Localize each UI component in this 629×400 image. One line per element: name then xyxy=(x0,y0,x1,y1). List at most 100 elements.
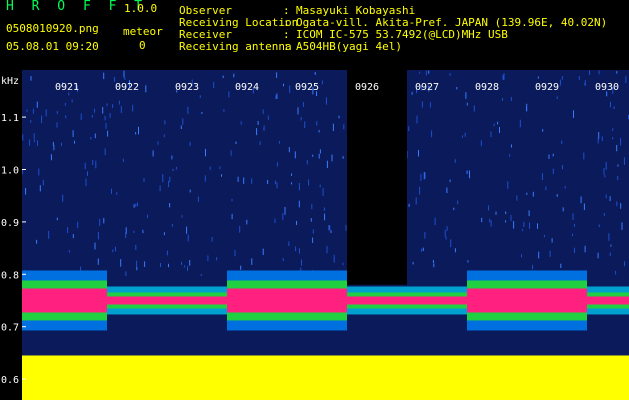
noise-speckle xyxy=(332,123,334,131)
noise-speckle xyxy=(562,165,563,170)
noise-speckle xyxy=(324,213,326,221)
noise-speckle xyxy=(449,73,451,76)
noise-speckle xyxy=(187,234,189,242)
noise-speckle xyxy=(495,211,497,215)
noise-speckle xyxy=(318,130,320,133)
noise-speckle xyxy=(526,192,528,195)
noise-speckle xyxy=(183,265,185,268)
noise-speckle xyxy=(466,170,468,174)
noise-speckle xyxy=(561,76,563,80)
noise-speckle xyxy=(510,214,512,221)
noise-speckle xyxy=(288,147,290,153)
noise-speckle xyxy=(597,252,599,259)
noise-speckle xyxy=(610,244,612,247)
noise-speckle xyxy=(189,142,191,146)
noise-speckle xyxy=(52,141,54,146)
noise-speckle xyxy=(104,148,106,156)
noise-speckle xyxy=(284,207,286,215)
noise-speckle xyxy=(50,154,52,161)
noise-speckle xyxy=(490,220,492,227)
noise-speckle xyxy=(102,107,104,114)
y-axis-unit: kHz xyxy=(1,76,19,87)
noise-speckle xyxy=(453,207,455,211)
noise-speckle xyxy=(99,218,101,226)
noise-speckle xyxy=(411,91,413,95)
noise-speckle xyxy=(62,194,64,202)
noise-speckle xyxy=(120,259,122,267)
noise-speckle xyxy=(456,87,458,90)
noise-speckle xyxy=(604,175,606,178)
noise-speckle xyxy=(473,105,475,112)
noise-speckle xyxy=(84,162,86,170)
noise-speckle xyxy=(502,75,504,80)
noise-speckle xyxy=(235,141,237,144)
noise-speckle xyxy=(598,70,600,75)
noise-speckle xyxy=(115,246,116,252)
noise-speckle xyxy=(136,260,138,267)
noise-speckle xyxy=(262,248,264,255)
noise-speckle xyxy=(163,232,165,236)
noise-speckle xyxy=(144,261,146,267)
noise-speckle xyxy=(513,221,515,229)
noise-speckle xyxy=(322,188,324,196)
noise-speckle xyxy=(246,219,248,225)
noise-speckle xyxy=(454,248,456,253)
noise-speckle xyxy=(329,225,331,230)
noise-speckle xyxy=(80,113,82,121)
noise-speckle xyxy=(240,265,242,270)
noise-speckle xyxy=(605,194,607,199)
noise-speckle xyxy=(275,180,276,185)
noise-speckle xyxy=(109,113,111,118)
noise-speckle xyxy=(298,248,300,254)
noise-speckle xyxy=(30,76,32,81)
noise-speckle xyxy=(145,85,147,93)
noise-speckle xyxy=(276,162,278,167)
noise-speckle xyxy=(507,181,509,189)
noise-speckle xyxy=(548,154,550,159)
noise-speckle xyxy=(64,103,66,106)
noise-speckle xyxy=(481,217,483,223)
noise-speckle xyxy=(38,168,40,176)
noise-speckle xyxy=(532,264,534,270)
noise-speckle xyxy=(239,226,241,233)
noise-speckle xyxy=(521,254,522,258)
noise-speckle xyxy=(26,109,28,112)
x-tick-label: 0929 xyxy=(535,82,559,93)
noise-speckle xyxy=(94,108,95,113)
noise-speckle xyxy=(186,226,188,234)
noise-speckle xyxy=(556,194,558,197)
y-tick-label: 0.7 xyxy=(1,323,19,334)
noise-speckle xyxy=(97,258,99,265)
y-tick-label: 1.1 xyxy=(1,113,19,124)
noise-speckle xyxy=(85,178,87,187)
noise-speckle xyxy=(105,122,107,129)
noise-speckle xyxy=(433,263,435,268)
noise-speckle xyxy=(617,175,619,180)
noise-speckle xyxy=(267,179,269,185)
noise-speckle xyxy=(597,137,599,144)
noise-speckle xyxy=(573,110,574,118)
noise-speckle xyxy=(421,248,423,252)
noise-speckle xyxy=(424,231,426,239)
noise-speckle xyxy=(297,107,299,115)
noise-speckle xyxy=(572,213,574,220)
noise-speckle xyxy=(573,223,575,227)
noise-speckle xyxy=(516,195,518,201)
noise-speckle xyxy=(505,220,507,223)
noise-speckle xyxy=(616,145,618,152)
noise-speckle xyxy=(345,224,347,231)
noise-speckle xyxy=(545,186,547,191)
noise-speckle xyxy=(33,133,35,139)
noise-speckle xyxy=(147,214,149,218)
noise-speckle xyxy=(542,129,544,132)
noise-speckle xyxy=(603,213,605,217)
noise-speckle xyxy=(578,75,580,80)
noise-speckle xyxy=(187,266,188,271)
x-tick-label: 0927 xyxy=(415,82,439,93)
noise-speckle xyxy=(104,115,106,121)
noise-speckle xyxy=(342,262,344,266)
noise-speckle xyxy=(422,247,424,251)
noise-speckle xyxy=(216,257,218,261)
noise-speckle xyxy=(497,121,499,125)
noise-speckle xyxy=(274,218,276,223)
